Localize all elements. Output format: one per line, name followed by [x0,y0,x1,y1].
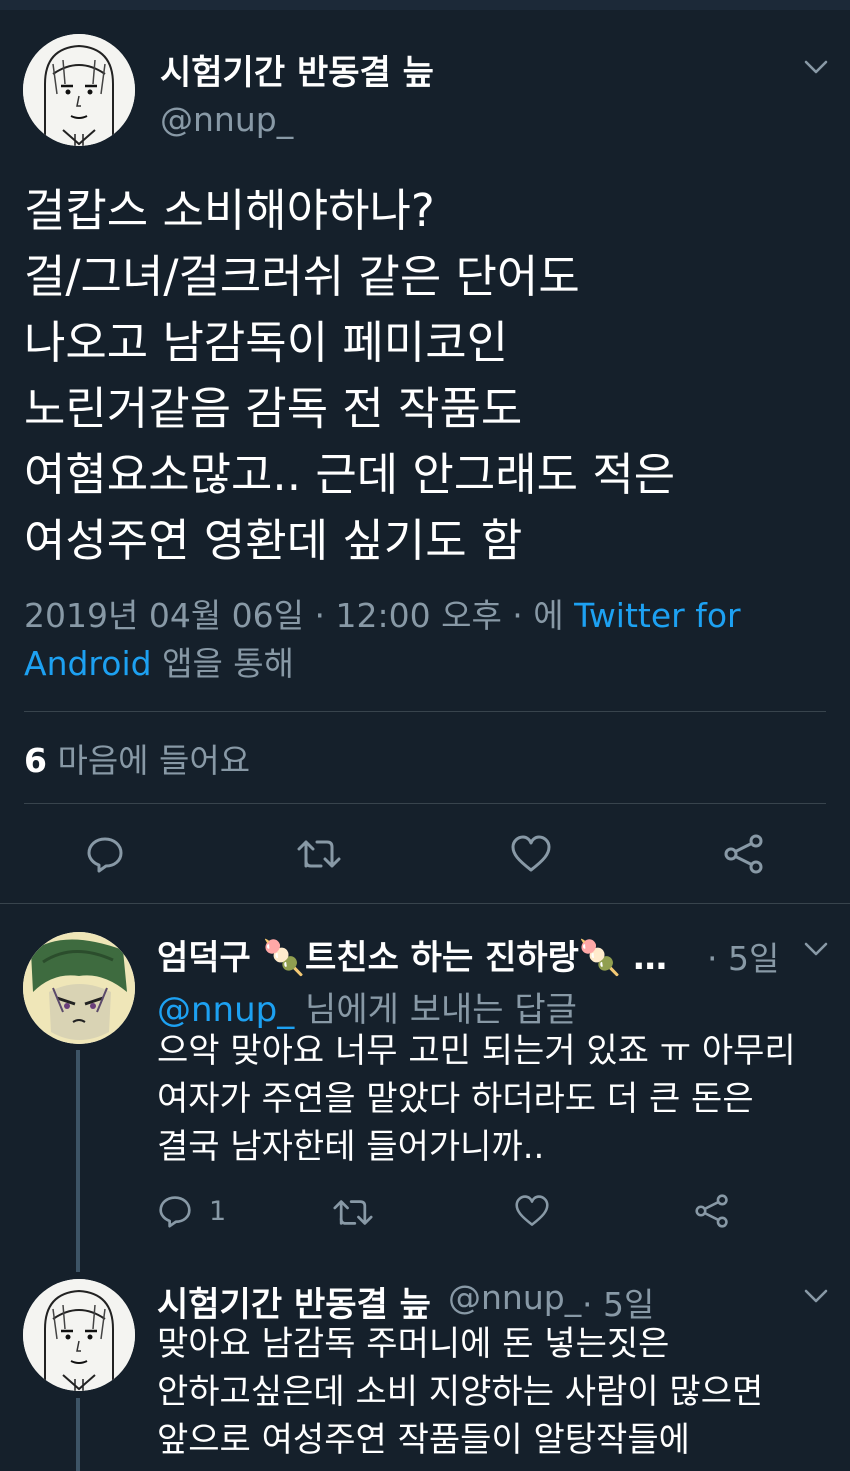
reply-text-line: 맞아요 남감독 주머니에 돈 넣는짓은 [157,1324,670,1364]
reply-count: 1 [209,1196,227,1227]
reply-author-handle[interactable]: @nnup_ [448,1278,581,1317]
avatar-drawing-icon [23,932,135,1044]
chevron-down-icon[interactable] [803,1283,829,1309]
reply-author-avatar[interactable] [23,1279,135,1391]
likes-summary[interactable]: 6 마음에 들어요 [24,734,250,782]
tweet-meta-suffix: 앱을 통해 [151,644,295,683]
reply-button[interactable] [158,1194,192,1228]
like-button[interactable] [510,834,552,874]
reply-author-display-name[interactable]: 엄덕구 🍡트친소 하는 진하랑🍡 … [157,930,667,979]
retweet-icon [297,840,341,868]
like-button[interactable] [514,1194,550,1228]
reply-age[interactable]: · 5일 [582,1278,654,1326]
avatar-drawing-icon [23,1279,135,1391]
author-display-name[interactable]: 시험기간 반동결 늪 [160,45,434,94]
chevron-down-icon[interactable] [803,936,829,962]
divider [24,803,826,804]
avatar-drawing-icon [23,34,135,146]
share-icon [724,834,763,874]
tweet-text-line: 여혐요소많고.. 근데 안그래도 적은 [24,448,676,501]
tweet-timestamp: 2019년 04월 06일 · 12:00 오후 · 에 [24,596,575,635]
retweet-button[interactable] [333,1196,373,1229]
reply-button[interactable] [86,835,124,873]
tweet-text-line: 나오고 남감독이 페미코인 [24,316,509,369]
mention-link[interactable]: @nnup_ [157,990,294,1030]
reply-author-display-name[interactable]: 시험기간 반동결 늪 [157,1277,431,1326]
retweet-icon [333,1200,373,1225]
tweet-text: 걸캅스 소비해야하나? 걸/그녀/걸크러쉬 같은 단어도 나오고 남감독이 페미… [24,178,824,574]
like-count: 6 [24,741,47,780]
reply-age[interactable]: · 5일 [707,932,779,980]
top-bar [0,0,850,10]
chevron-down-icon[interactable] [803,54,829,80]
tweet-text-line: 여성주연 영환데 싶기도 함 [24,514,523,567]
like-icon [511,835,551,872]
reply-author-avatar[interactable] [23,932,135,1044]
reply-text-line: 앞으로 여성주연 작품들이 알탕작들에 [157,1420,690,1460]
thread-line [76,1050,80,1272]
replying-to: @nnup_ 님에게 보내는 답글 [157,982,577,1031]
reply-text: 으악 맞아요 너무 고민 되는거 있죠 ㅠ 아무리 여자가 주연을 맡았다 하더… [157,1027,796,1171]
reply-icon [159,1196,191,1228]
tweet-text-line: 걸캅스 소비해야하나? [24,184,435,237]
share-button[interactable] [694,1194,730,1228]
reply-text-line: 결국 남자한테 들어가니까.. [157,1127,545,1167]
thread-line [76,1398,80,1471]
author-handle[interactable]: @nnup_ [160,100,293,139]
share-button[interactable] [723,834,765,874]
tweet-text-line: 걸/그녀/걸크러쉬 같은 단어도 [24,250,580,303]
divider [24,711,826,712]
like-label: 마음에 들어요 [46,741,251,780]
tweet-text-line: 노린거같음 감독 전 작품도 [24,382,523,435]
share-icon [695,1194,728,1228]
reply-text-line: 여자가 주연을 맡았다 하더라도 더 큰 돈은 [157,1079,754,1119]
retweet-button[interactable] [297,836,341,872]
like-icon [515,1195,549,1226]
section-divider [0,903,850,904]
reply-text: 맞아요 남감독 주머니에 돈 넣는짓은 안하고싶은데 소비 지양하는 사람이 많… [157,1320,763,1464]
tweet-meta: 2019년 04월 06일 · 12:00 오후 · 에 Twitter for… [24,592,824,688]
reply-text-line: 으악 맞아요 너무 고민 되는거 있죠 ㅠ 아무리 [157,1031,796,1071]
author-avatar[interactable] [23,34,135,146]
replying-to-label: 님에게 보내는 답글 [294,990,577,1030]
reply-icon [87,837,123,873]
reply-text-line: 안하고싶은데 소비 지양하는 사람이 많으면 [157,1372,764,1412]
